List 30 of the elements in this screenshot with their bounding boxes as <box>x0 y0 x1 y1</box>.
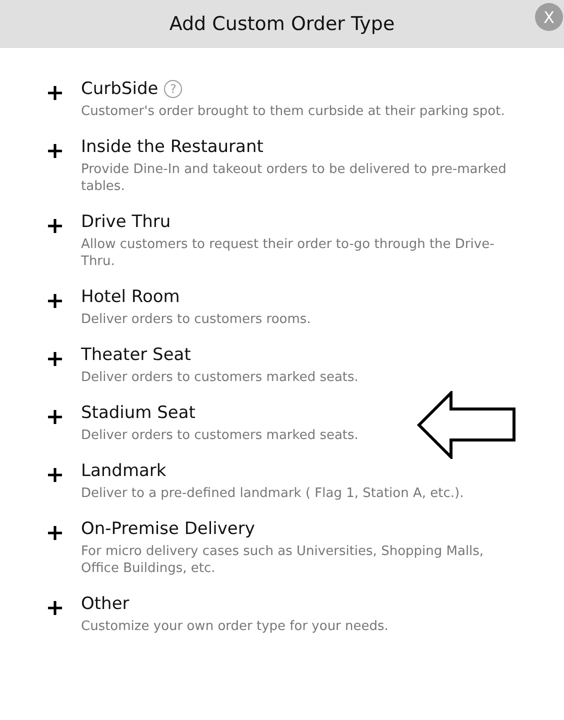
order-type-title: Hotel Room <box>81 286 180 308</box>
order-type-description: Deliver to a pre-defined landmark ( Flag 1, Station A, etc.). <box>81 485 465 502</box>
order-type-description: Customer's order brought to them curbside at their parking spot. <box>81 103 506 120</box>
order-type-description: Allow customers to request their order to-go through the Drive-Thru. <box>81 236 496 270</box>
plus-icon[interactable] <box>48 352 62 366</box>
plus-icon[interactable] <box>48 219 62 233</box>
order-type-description: Customize your own order type for your needs. <box>81 618 390 635</box>
plus-icon[interactable] <box>48 526 62 540</box>
plus-icon[interactable] <box>48 144 62 158</box>
order-type-title: Theater Seat <box>81 344 191 366</box>
order-type-title: Other <box>81 593 130 615</box>
order-type-title: On-Premise Delivery <box>81 518 255 540</box>
order-type-description: For micro delivery cases such as Universities, Shopping Malls, Office Buildings, etc. <box>81 543 485 577</box>
plus-icon[interactable] <box>48 294 62 308</box>
plus-icon[interactable] <box>48 468 62 482</box>
order-type-title: Drive Thru <box>81 211 171 233</box>
arrow-icon <box>417 391 516 459</box>
order-type-description: Deliver orders to customers rooms. <box>81 311 312 328</box>
order-type-description: Deliver orders to customers marked seats. <box>81 427 360 444</box>
plus-icon[interactable] <box>48 410 62 424</box>
order-type-title: Landmark <box>81 460 166 482</box>
order-type-title: CurbSide <box>81 78 158 100</box>
order-type-description: Provide Dine-In and takeout orders to be delivered to pre-marked tables. <box>81 161 508 195</box>
plus-icon[interactable] <box>48 601 62 615</box>
help-icon[interactable]: ? <box>164 80 182 98</box>
dialog-title: Add Custom Order Type <box>169 13 395 35</box>
order-type-title: Inside the Restaurant <box>81 136 264 158</box>
order-type-description: Deliver orders to customers marked seats. <box>81 369 360 386</box>
order-type-title: Stadium Seat <box>81 402 196 424</box>
plus-icon[interactable] <box>48 86 62 100</box>
